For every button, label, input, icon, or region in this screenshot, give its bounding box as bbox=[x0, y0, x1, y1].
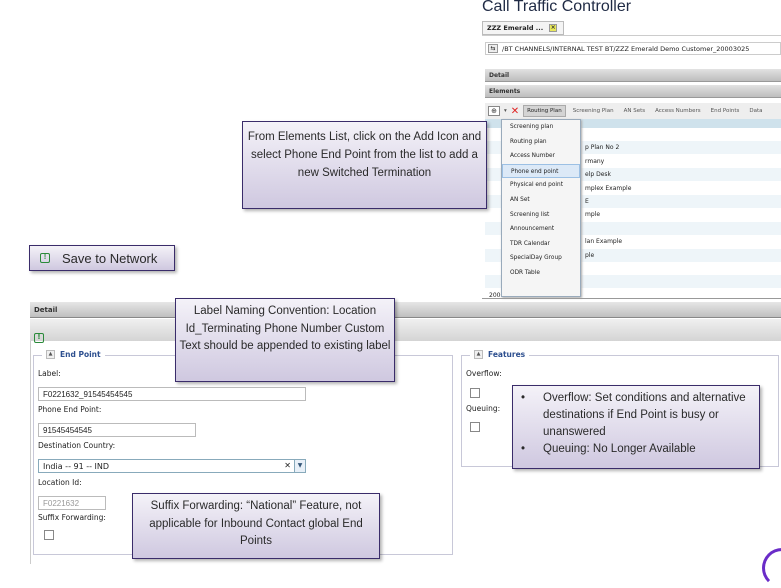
tab-zzz-emerald[interactable]: ZZZ Emerald ... × bbox=[482, 21, 564, 35]
add-menu-item[interactable]: Screening list bbox=[502, 208, 580, 223]
tab-end-points[interactable]: End Points bbox=[708, 106, 743, 116]
phone-end-point-caption: Phone End Point: bbox=[38, 405, 102, 414]
chevron-down-icon[interactable]: ▾ bbox=[504, 108, 507, 114]
add-menu-item[interactable]: TDR Calendar bbox=[502, 237, 580, 252]
app-title: Call Traffic Controller bbox=[482, 0, 632, 15]
divider bbox=[482, 35, 781, 36]
callout-add-icon: From Elements List, click on the Add Ico… bbox=[242, 121, 487, 209]
save-to-network-button[interactable]: ! Save to Network bbox=[29, 245, 175, 271]
callout-suffix-forwarding: Suffix Forwarding: “National” Feature, n… bbox=[132, 493, 380, 559]
location-id-input bbox=[38, 496, 106, 510]
save-to-network-label: Save to Network bbox=[62, 250, 158, 266]
overflow-caption: Overflow: bbox=[466, 369, 502, 378]
detail-header[interactable]: Detail bbox=[30, 302, 781, 318]
end-point-legend: End Point bbox=[60, 350, 101, 359]
destination-country-caption: Destination Country: bbox=[38, 441, 116, 450]
delete-icon[interactable]: ✕ bbox=[511, 106, 519, 117]
detail-bar[interactable]: Detail bbox=[485, 69, 781, 82]
tab-access-numbers[interactable]: Access Numbers bbox=[652, 106, 704, 116]
add-menu: Screening plan Routing plan Access Number P… bbox=[501, 119, 581, 297]
suffix-forwarding-checkbox[interactable] bbox=[44, 530, 54, 540]
chevron-down-icon[interactable]: ▼ bbox=[294, 460, 305, 472]
elements-toolbar: ⊕ ▾ ✕ Routing Plan Screening Plan AN Set… bbox=[485, 103, 781, 119]
callout-bullet: • Overflow: Set conditions and alternativ… bbox=[521, 392, 746, 438]
features-legend: Features bbox=[488, 350, 526, 359]
tab-data[interactable]: Data bbox=[746, 106, 765, 116]
add-menu-item[interactable]: Physical end point bbox=[502, 178, 580, 193]
queuing-caption: Queuing: bbox=[466, 404, 501, 413]
add-menu-item[interactable]: Screening plan bbox=[502, 120, 580, 135]
add-icon[interactable]: ⊕ bbox=[488, 106, 500, 116]
label-input[interactable] bbox=[38, 387, 306, 401]
divider bbox=[482, 298, 781, 299]
add-menu-item[interactable]: Phone end point bbox=[502, 163, 580, 179]
detail-toolbar: ! bbox=[30, 319, 781, 343]
tab-label: ZZZ Emerald ... bbox=[487, 24, 544, 32]
phone-end-point-input[interactable] bbox=[38, 423, 196, 437]
add-menu-item[interactable]: Routing plan bbox=[502, 135, 580, 150]
add-menu-item[interactable]: AN Set bbox=[502, 193, 580, 208]
overflow-checkbox[interactable] bbox=[470, 388, 480, 398]
tab-an-sets[interactable]: AN Sets bbox=[621, 106, 649, 116]
tab-screening-plan[interactable]: Screening Plan bbox=[570, 106, 617, 116]
collapse-icon[interactable]: ▲ bbox=[474, 350, 483, 359]
queuing-checkbox[interactable] bbox=[470, 422, 480, 432]
destination-country-select[interactable]: India -- 91 -- IND ✕ ▼ bbox=[38, 459, 306, 473]
label-caption: Label: bbox=[38, 369, 61, 378]
tab-routing-plan[interactable]: Routing Plan bbox=[523, 105, 566, 117]
destination-country-value: India -- 91 -- IND bbox=[43, 462, 110, 471]
add-menu-item[interactable]: ODR Table bbox=[502, 266, 580, 281]
location-id-caption: Location Id: bbox=[38, 478, 82, 487]
add-menu-item[interactable]: Access Number bbox=[502, 149, 580, 164]
callout-bullet: • Queuing: No Longer Available bbox=[521, 443, 696, 455]
clear-icon[interactable]: ✕ bbox=[284, 461, 291, 470]
callout-features: • Overflow: Set conditions and alternativ… bbox=[512, 385, 760, 469]
breadcrumb: ⇆ /BT CHANNELS/INTERNAL TEST BT/ZZZ Emer… bbox=[485, 42, 781, 55]
suffix-forwarding-caption: Suffix Forwarding: bbox=[38, 513, 106, 522]
close-tab-icon[interactable]: × bbox=[549, 24, 558, 32]
save-network-icon: ! bbox=[40, 253, 50, 263]
hierarchy-icon[interactable]: ⇆ bbox=[488, 44, 498, 53]
elements-bar[interactable]: Elements bbox=[485, 85, 781, 98]
collapse-icon[interactable]: ▲ bbox=[46, 350, 55, 359]
add-menu-item[interactable]: SpecialDay Group bbox=[502, 251, 580, 266]
callout-label-naming: Label Naming Convention: Location Id_Ter… bbox=[175, 298, 395, 382]
add-menu-item[interactable]: Announcement bbox=[502, 222, 580, 237]
breadcrumb-path: /BT CHANNELS/INTERNAL TEST BT/ZZZ Emeral… bbox=[502, 44, 750, 53]
